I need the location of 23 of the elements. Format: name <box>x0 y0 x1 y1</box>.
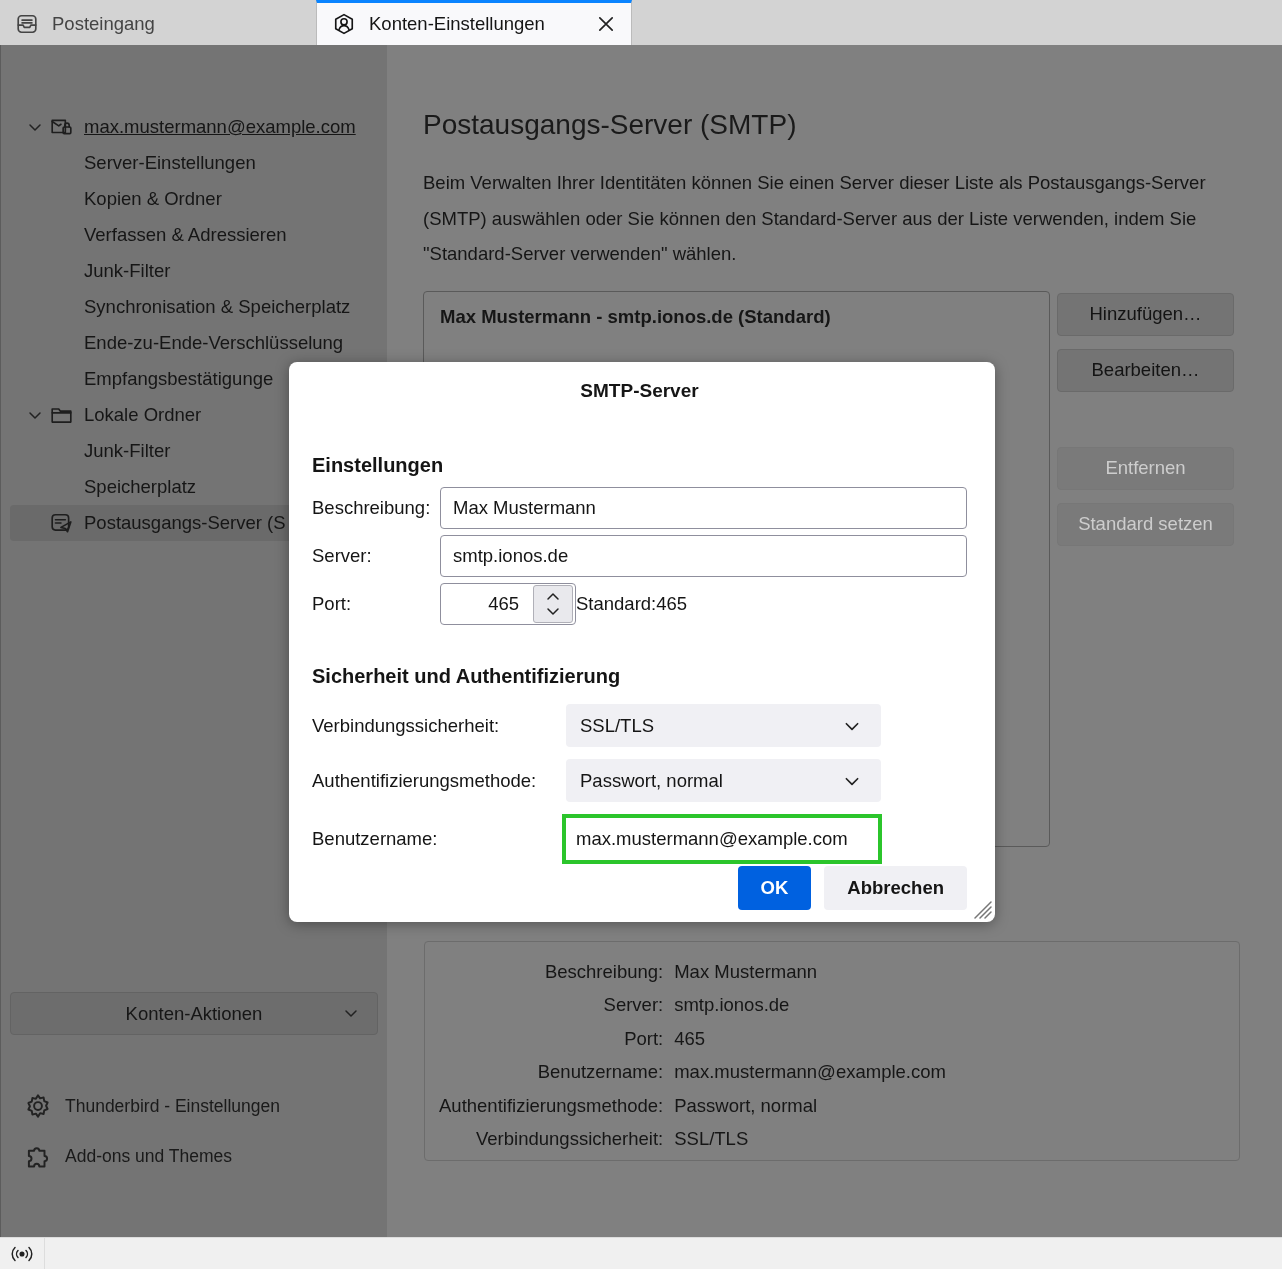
detail-value: smtp.ionos.de <box>674 994 791 1016</box>
detail-value: max.mustermann@example.com <box>674 1061 947 1083</box>
detail-label: Port: <box>623 1027 664 1050</box>
default-port-text: Standard:465 <box>576 593 688 615</box>
detail-label: Server: <box>602 994 664 1016</box>
detail-value: SSL/TLS <box>674 1128 750 1150</box>
section-heading: Einstellungen <box>312 454 445 477</box>
detail-value: Max Mustermann <box>674 960 819 983</box>
detail-value: Passwort, normal <box>674 1094 819 1117</box>
field-label: Benutzername: <box>312 828 439 850</box>
field-label: Server: <box>312 545 373 567</box>
description-text: Beim Verwalten Ihrer Identitäten können Sie einen Server dieser Liste als Postausgangs-Server (SMTP) auswählen oder Sie können den Standard-Server aus der Liste verwenden, indem Sie "Standard-Server verwenden" wählen. <box>423 171 1207 266</box>
field-label: Port: <box>312 593 353 615</box>
dialog-title: SMTP-Server <box>579 380 700 402</box>
page-title: Postausgangs-Server (SMTP) <box>423 109 798 141</box>
field-label: Authentifizierungsmethode: <box>312 769 538 792</box>
section-heading: Sicherheit und Authentifizierung <box>312 665 622 688</box>
detail-label: Verbindungssicherheit: <box>475 1128 664 1150</box>
field-label: Verbindungssicherheit: <box>312 714 501 737</box>
detail-label: Beschreibung: <box>543 960 664 983</box>
detail-label: Benutzername: <box>536 1061 664 1083</box>
detail-value: 465 <box>674 1027 707 1050</box>
detail-label: Authentifizierungsmethode: <box>439 1094 664 1117</box>
